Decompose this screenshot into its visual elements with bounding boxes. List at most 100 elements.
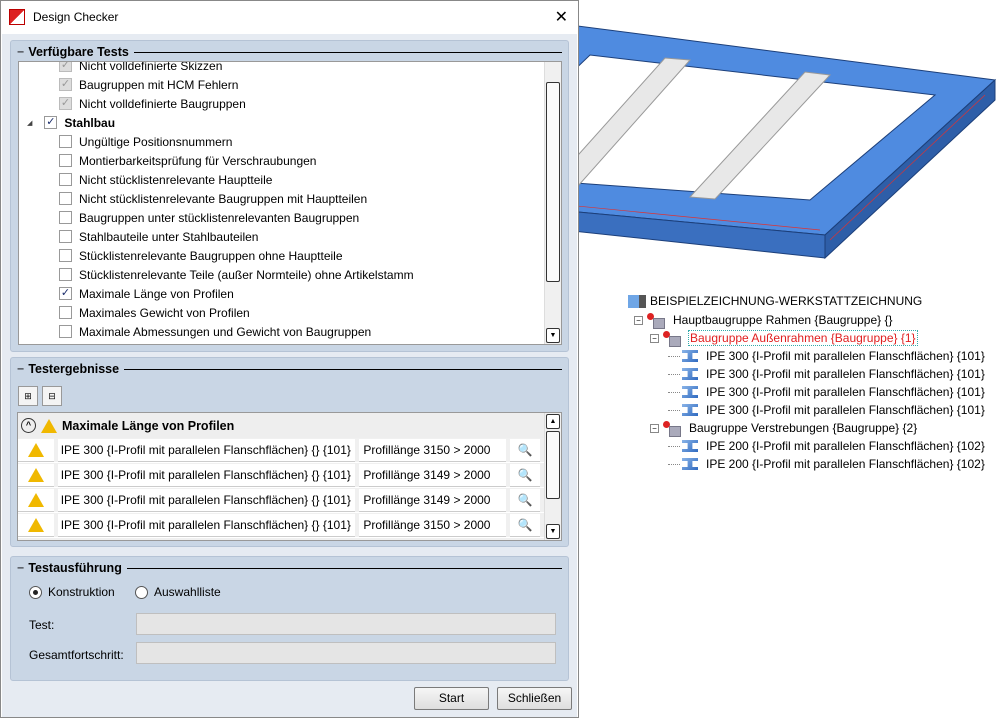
- tree-root[interactable]: BEISPIELZEICHNUNG-WERKSTATTZEICHNUNG: [628, 292, 922, 310]
- radio-selection-list[interactable]: Auswahlliste: [135, 585, 221, 600]
- test-item[interactable]: Nicht stücklistenrelevante Hauptteile: [19, 170, 544, 189]
- test-item[interactable]: ✓ Nicht volldefinierte Skizzen: [19, 62, 544, 75]
- checkbox[interactable]: ✓: [59, 62, 72, 72]
- beam-icon: [682, 368, 698, 380]
- scroll-up-button[interactable]: ▲: [546, 414, 560, 429]
- result-row[interactable]: IPE 300 {I-Profil mit parallelen Flansch…: [18, 438, 544, 463]
- result-row[interactable]: IPE 300 {I-Profil mit parallelen Flansch…: [18, 513, 544, 538]
- collapse-icon[interactable]: −: [634, 315, 643, 325]
- result-part: IPE 300 {I-Profil mit parallelen Flansch…: [60, 442, 351, 457]
- results-list: ^ Maximale Länge von Profilen IPE 300 {I…: [17, 412, 562, 541]
- tree-node[interactable]: IPE 200 {I-Profil mit parallelen Flansch…: [668, 455, 985, 473]
- test-item-label: Montierbarkeitsprüfung für Verschraubung…: [79, 153, 317, 168]
- checkbox[interactable]: ✓: [59, 97, 72, 110]
- warning-icon: [27, 517, 44, 532]
- test-item[interactable]: Maximale Abmessungen und Gewicht von Bau…: [19, 322, 544, 341]
- checkbox[interactable]: [59, 268, 72, 281]
- radio-construction[interactable]: Konstruktion: [29, 585, 115, 600]
- result-group-header[interactable]: ^ Maximale Länge von Profilen: [18, 413, 544, 438]
- tree-node-label: Baugruppe Verstrebungen {Baugruppe} {2}: [689, 421, 918, 435]
- checkbox[interactable]: ✓: [59, 287, 72, 300]
- result-part: IPE 300 {I-Profil mit parallelen Flansch…: [60, 517, 351, 532]
- zoom-to-icon[interactable]: 🔍: [510, 488, 540, 512]
- result-row[interactable]: IPE 300 {I-Profil mit parallelen Flansch…: [18, 463, 544, 488]
- overall-progress-bar: [136, 642, 556, 664]
- tree-node-label: IPE 300 {I-Profil mit parallelen Flansch…: [706, 403, 985, 417]
- tree-node-label: IPE 200 {I-Profil mit parallelen Flansch…: [706, 439, 985, 453]
- test-item[interactable]: ✓ Nicht volldefinierte Baugruppen: [19, 94, 544, 113]
- checkbox[interactable]: [59, 230, 72, 243]
- tree-node[interactable]: IPE 300 {I-Profil mit parallelen Flansch…: [668, 383, 985, 401]
- collapse-all-button[interactable]: ⊟: [42, 386, 62, 406]
- tree-node[interactable]: IPE 300 {I-Profil mit parallelen Flansch…: [668, 365, 985, 383]
- test-item[interactable]: ◢ ✓ Stahlbau: [19, 113, 544, 132]
- zoom-to-icon[interactable]: 🔍: [510, 438, 540, 462]
- dialog-title: Design Checker: [33, 10, 119, 24]
- tree-node[interactable]: IPE 300 {I-Profil mit parallelen Flansch…: [668, 401, 985, 419]
- results-scrollbar[interactable]: ▲ ▼: [544, 413, 561, 540]
- test-item[interactable]: ✓ Maximale Länge von Profilen: [19, 284, 544, 303]
- close-button[interactable]: Schließen: [497, 687, 572, 710]
- tree-node[interactable]: IPE 300 {I-Profil mit parallelen Flansch…: [668, 347, 985, 365]
- test-item-label: Stücklistenrelevante Baugruppen ohne Hau…: [79, 248, 343, 263]
- test-item-label: Stücklistenrelevante Teile (außer Normte…: [79, 267, 414, 282]
- test-item[interactable]: Ungültige Positionsnummern: [19, 132, 544, 151]
- checkbox[interactable]: [59, 211, 72, 224]
- results-title: Testergebnisse: [28, 362, 120, 376]
- beam-icon: [682, 404, 698, 416]
- scroll-down-button[interactable]: ▼: [546, 328, 560, 343]
- tree-node[interactable]: − Baugruppe Verstrebungen {Baugruppe} {2}: [650, 419, 917, 437]
- result-message: Profillänge 3150 > 2000: [363, 442, 491, 457]
- test-item[interactable]: Maximales Gewicht von Profilen: [19, 303, 544, 322]
- checkbox[interactable]: [59, 154, 72, 167]
- beam-icon: [682, 386, 698, 398]
- scroll-thumb[interactable]: [546, 82, 560, 282]
- test-item[interactable]: Stücklistenrelevante Teile (außer Normte…: [19, 265, 544, 284]
- result-group-title: Maximale Länge von Profilen: [62, 418, 235, 433]
- checkbox[interactable]: [59, 249, 72, 262]
- tree-node[interactable]: IPE 200 {I-Profil mit parallelen Flansch…: [668, 437, 985, 455]
- checkbox[interactable]: [59, 173, 72, 186]
- collapse-icon[interactable]: −: [650, 333, 659, 343]
- collapse-icon[interactable]: −: [650, 423, 659, 433]
- zoom-to-icon[interactable]: 🔍: [510, 463, 540, 487]
- checkbox[interactable]: [59, 325, 72, 338]
- checkbox[interactable]: ✓: [59, 78, 72, 91]
- scroll-down-button[interactable]: ▼: [546, 524, 560, 539]
- test-item-label: Nicht stücklistenrelevante Baugruppen mi…: [79, 191, 368, 206]
- test-field: [136, 613, 556, 635]
- beam-icon: [682, 440, 698, 452]
- assembly-icon: [663, 421, 681, 437]
- tree-node[interactable]: − Hauptbaugruppe Rahmen {Baugruppe} {}: [634, 311, 893, 329]
- checkbox[interactable]: ✓: [44, 116, 58, 129]
- checkbox[interactable]: [59, 192, 72, 205]
- test-item[interactable]: Baugruppen unter stücklistenrelevanten B…: [19, 208, 544, 227]
- test-item[interactable]: Stahlbauteile unter Stahlbauteilen: [19, 227, 544, 246]
- test-item-label: Maximale Länge von Profilen: [79, 286, 234, 301]
- tree-node-label: IPE 300 {I-Profil mit parallelen Flansch…: [706, 385, 985, 399]
- radio-label: Konstruktion: [48, 585, 115, 599]
- test-item[interactable]: Nicht stücklistenrelevante Baugruppen mi…: [19, 189, 544, 208]
- test-item[interactable]: ✓ Baugruppen mit HCM Fehlern: [19, 75, 544, 94]
- checkbox[interactable]: [59, 135, 72, 148]
- result-row[interactable]: IPE 300 {I-Profil mit parallelen Flansch…: [18, 488, 544, 513]
- zoom-to-icon[interactable]: 🔍: [510, 513, 540, 537]
- tree-node-label: IPE 300 {I-Profil mit parallelen Flansch…: [706, 349, 985, 363]
- available-tests-group: − Verfügbare Tests ✓ Nicht volldefinierte …: [10, 40, 569, 352]
- warning-icon: [27, 442, 44, 457]
- tree-node[interactable]: − Baugruppe Außenrahmen {Baugruppe} {1}: [650, 329, 918, 347]
- checkbox[interactable]: [59, 306, 72, 319]
- start-button[interactable]: Start: [414, 687, 489, 710]
- collapse-icon[interactable]: ^: [21, 418, 36, 433]
- expand-arrow-icon[interactable]: ◢: [27, 119, 32, 127]
- test-item-label: Maximale Abmessungen und Gewicht von Bau…: [79, 324, 372, 339]
- result-message: Profillänge 3150 > 2000: [363, 517, 491, 532]
- scroll-thumb[interactable]: [546, 431, 560, 499]
- test-item[interactable]: Montierbarkeitsprüfung für Verschraubung…: [19, 151, 544, 170]
- close-icon[interactable]: ✕: [555, 7, 568, 27]
- tests-scrollbar[interactable]: ▼: [544, 62, 561, 344]
- expand-all-button[interactable]: ⊞: [18, 386, 38, 406]
- test-item-label: Nicht volldefinierte Baugruppen: [79, 96, 246, 111]
- test-item[interactable]: Stücklistenrelevante Baugruppen ohne Hau…: [19, 246, 544, 265]
- result-part: IPE 300 {I-Profil mit parallelen Flansch…: [60, 467, 351, 482]
